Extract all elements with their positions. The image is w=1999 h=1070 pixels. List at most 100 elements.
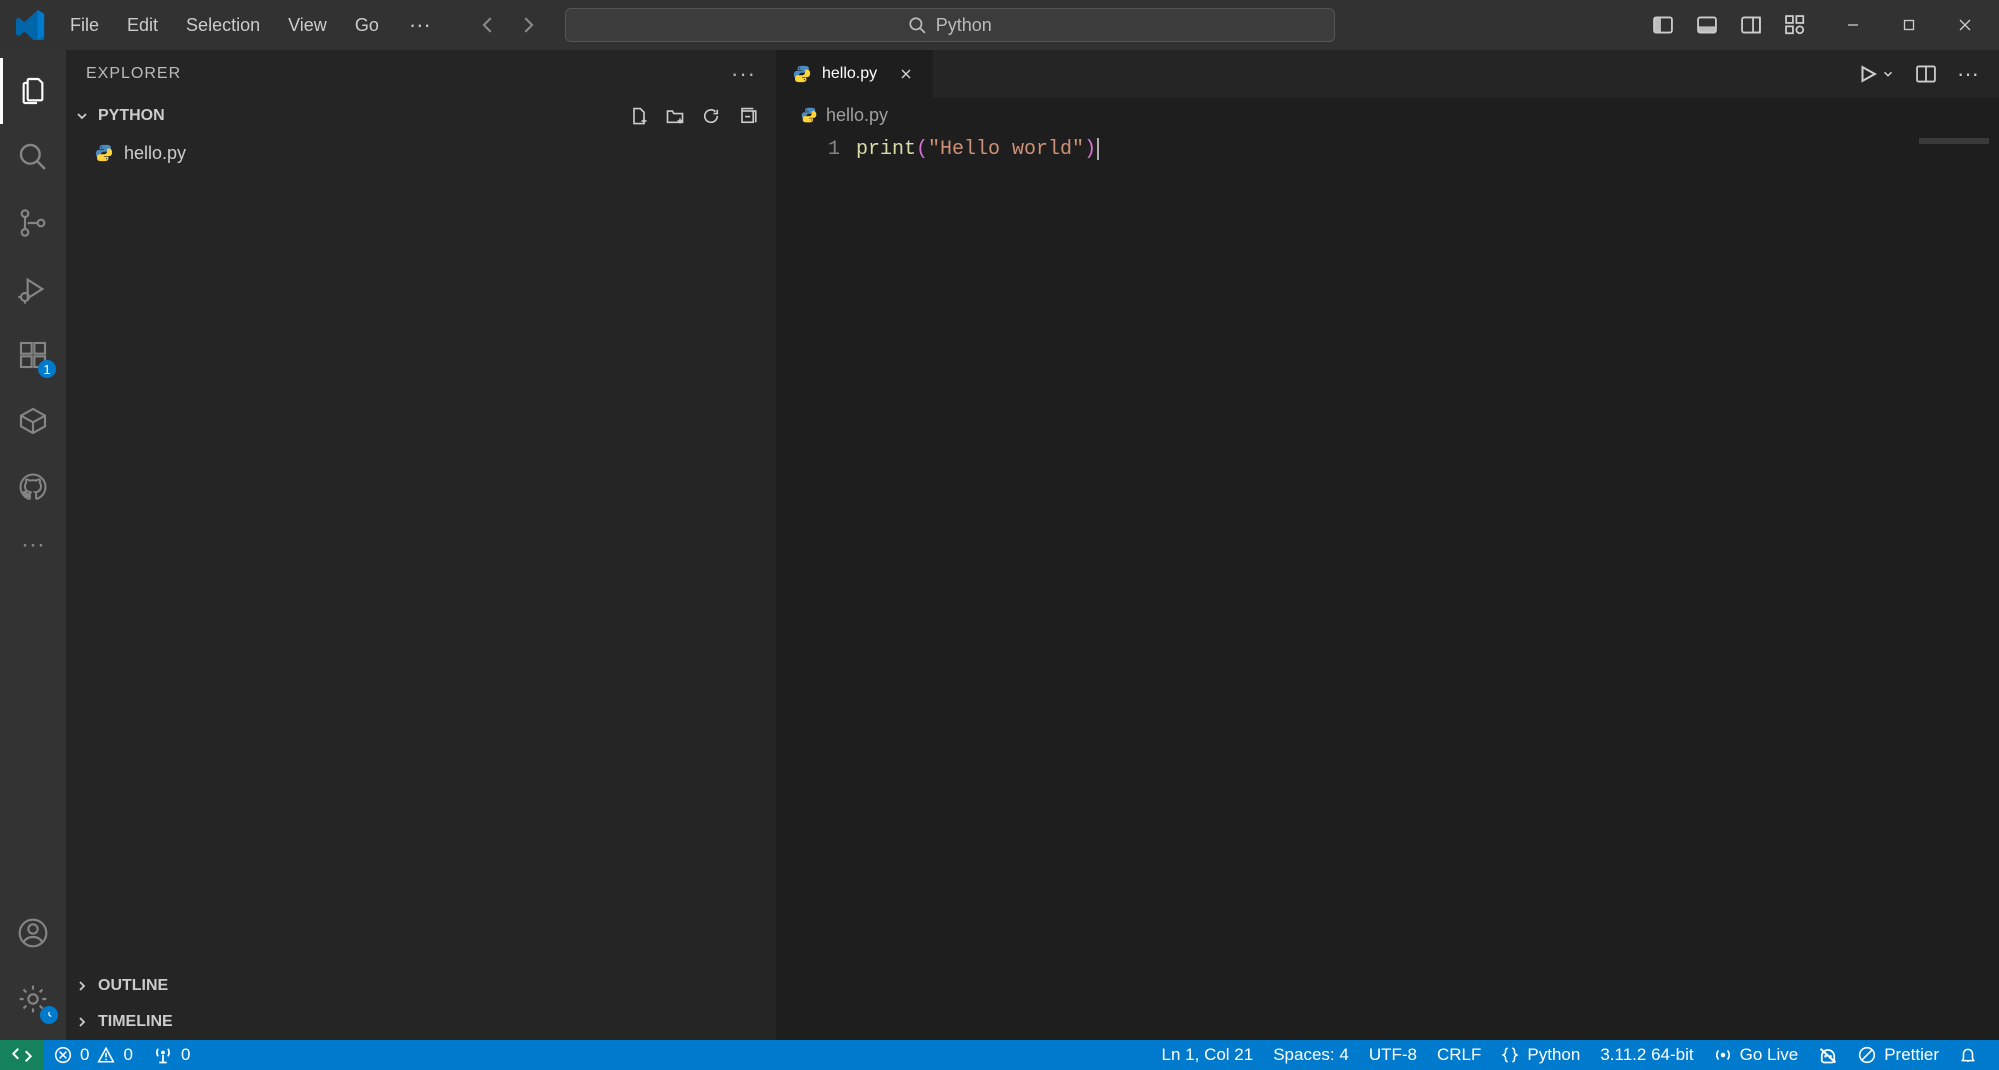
window-minimize-icon[interactable] [1839,11,1867,39]
explorer-sidebar: EXPLORER ··· PYTHON [66,50,776,1040]
notifications-icon[interactable] [1949,1046,1987,1064]
window-controls [1839,11,1979,39]
toggle-secondary-sidebar-icon[interactable] [1737,11,1765,39]
editor-tabs: hello.py ··· [776,50,1999,98]
tab-label: hello.py [822,65,877,83]
radio-tower-icon [153,1045,173,1065]
broadcast-icon [1714,1046,1732,1064]
tab-hello-py[interactable]: hello.py [776,50,934,98]
collapse-all-icon[interactable] [736,105,758,127]
activity-explorer-icon[interactable] [0,58,66,124]
settings-sync-badge-icon [40,1006,58,1024]
menu-edit[interactable]: Edit [115,9,170,42]
menu-selection[interactable]: Selection [174,9,272,42]
text-cursor [1097,138,1099,160]
search-icon [908,16,926,34]
extensions-badge: 1 [38,360,56,378]
customize-layout-icon[interactable] [1781,11,1809,39]
file-label: hello.py [124,143,186,164]
ports-count: 0 [181,1045,190,1065]
ban-icon [1858,1046,1876,1064]
outline-section-header[interactable]: OUTLINE [66,968,776,1004]
folder-name: PYTHON [98,107,165,125]
activity-bar: 1 ··· [0,50,66,1040]
nav-back-icon[interactable] [471,8,505,42]
timeline-section-header[interactable]: TIMELINE [66,1004,776,1040]
problems-status[interactable]: 0 0 [44,1040,143,1070]
ports-status[interactable]: 0 [143,1040,200,1070]
run-file-icon[interactable] [1857,63,1895,85]
menu-view[interactable]: View [276,9,339,42]
prettier-status[interactable]: Prettier [1848,1045,1949,1065]
go-live-status[interactable]: Go Live [1704,1045,1809,1065]
editor-actions: ··· [1837,50,1999,98]
navigation [471,8,545,42]
outline-label: OUTLINE [98,977,168,995]
warnings-count: 0 [123,1045,132,1065]
chevron-right-icon [74,1014,90,1030]
code-line-1[interactable]: print("Hello world") [856,136,1999,164]
sidebar-bottom-sections: OUTLINE TIMELINE [66,968,776,1040]
activity-containers-icon[interactable] [0,388,66,454]
minimap[interactable] [1899,132,1999,1040]
timeline-label: TIMELINE [98,1013,173,1031]
nav-forward-icon[interactable] [511,8,545,42]
new-file-icon[interactable] [628,105,650,127]
window-close-icon[interactable] [1951,11,1979,39]
editor-group: hello.py ··· hello.py [776,50,1999,1040]
error-icon [54,1046,72,1064]
window-maximize-icon[interactable] [1895,11,1923,39]
title-bar: File Edit Selection View Go ··· Python [0,0,1999,50]
layout-controls [1649,11,1809,39]
breadcrumbs[interactable]: hello.py [776,98,1999,132]
activity-github-icon[interactable] [0,454,66,520]
toggle-panel-icon[interactable] [1693,11,1721,39]
menu-go[interactable]: Go [343,9,391,42]
editor-more-icon[interactable]: ··· [1957,61,1979,87]
activity-accounts-icon[interactable] [0,900,66,966]
file-tree: hello.py [66,134,776,968]
chevron-down-icon [74,108,90,124]
warning-icon [97,1046,115,1064]
folder-section-header[interactable]: PYTHON [66,98,776,134]
braces-icon [1501,1046,1519,1064]
activity-settings-icon[interactable] [0,966,66,1032]
chevron-right-icon [74,978,90,994]
line-gutter: 1 [776,132,856,1040]
toggle-primary-sidebar-icon[interactable] [1649,11,1677,39]
sidebar-title: EXPLORER [86,65,181,83]
activity-source-control-icon[interactable] [0,190,66,256]
python-file-icon [94,143,114,163]
sidebar-more-icon[interactable]: ··· [731,61,756,87]
code-editor[interactable]: 1 print("Hello world") [776,132,1999,1040]
command-center-search[interactable]: Python [565,8,1335,42]
main-menu: File Edit Selection View Go [58,9,391,42]
activity-run-debug-icon[interactable] [0,256,66,322]
python-file-icon [792,64,812,84]
menu-more-icon[interactable]: ··· [399,8,441,42]
tab-close-icon[interactable] [895,63,917,85]
activity-more-icon[interactable]: ··· [0,520,66,570]
refresh-icon[interactable] [700,105,722,127]
split-editor-icon[interactable] [1915,63,1937,85]
command-center-text: Python [936,15,992,36]
menu-file[interactable]: File [58,9,111,42]
copilot-status-icon[interactable] [1808,1045,1848,1065]
remote-indicator-icon[interactable] [0,1040,44,1070]
eol-status[interactable]: CRLF [1427,1045,1491,1065]
minimap-content [1919,138,1989,144]
cursor-position-status[interactable]: Ln 1, Col 21 [1152,1045,1264,1065]
indentation-status[interactable]: Spaces: 4 [1263,1045,1359,1065]
new-folder-icon[interactable] [664,105,686,127]
sidebar-header: EXPLORER ··· [66,50,776,98]
language-mode-status[interactable]: Python [1491,1045,1590,1065]
file-hello-py[interactable]: hello.py [66,136,776,170]
encoding-status[interactable]: UTF-8 [1359,1045,1427,1065]
activity-search-icon[interactable] [0,124,66,190]
code-content[interactable]: print("Hello world") [856,132,1999,1040]
python-file-icon [800,106,818,124]
python-interpreter-status[interactable]: 3.11.2 64-bit [1590,1045,1703,1065]
activity-extensions-icon[interactable]: 1 [0,322,66,388]
vscode-logo-icon [16,10,46,40]
errors-count: 0 [80,1045,89,1065]
